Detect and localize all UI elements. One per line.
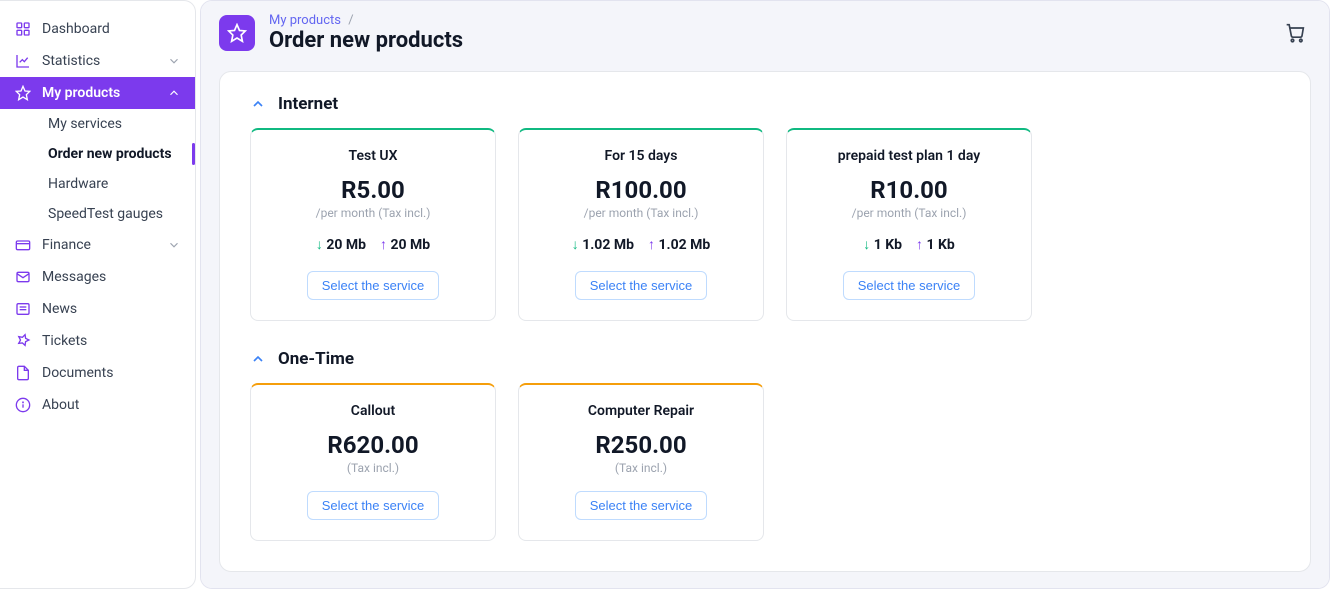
nav-dashboard[interactable]: Dashboard: [0, 13, 195, 45]
sub-hardware[interactable]: Hardware: [0, 169, 195, 199]
product-price: R10.00: [801, 176, 1017, 204]
arrow-down-icon: ↓: [863, 237, 870, 253]
nav-about[interactable]: About: [0, 389, 195, 421]
chevron-up-icon: [167, 86, 181, 100]
section-onetime-header[interactable]: One-Time: [250, 349, 1280, 369]
sub-label: SpeedTest gauges: [48, 206, 163, 222]
nav-messages[interactable]: Messages: [0, 261, 195, 293]
nav-label: Finance: [42, 237, 91, 253]
product-card: Test UX R5.00 /per month (Tax incl.) ↓ 2…: [250, 128, 496, 321]
nav-label: Statistics: [42, 53, 100, 69]
select-service-button[interactable]: Select the service: [843, 271, 976, 300]
product-card: prepaid test plan 1 day R10.00 /per mont…: [786, 128, 1032, 321]
product-price: R620.00: [265, 431, 481, 459]
select-service-button[interactable]: Select the service: [307, 491, 440, 520]
product-speeds: ↓ 1.02 Mb ↑ 1.02 Mb: [533, 236, 749, 253]
nav-label: About: [42, 397, 79, 413]
internet-products-row: Test UX R5.00 /per month (Tax incl.) ↓ 2…: [250, 128, 1280, 321]
product-name: prepaid test plan 1 day: [801, 148, 1017, 164]
main-area: My products / Order new products Interne…: [200, 0, 1330, 589]
product-price: R100.00: [533, 176, 749, 204]
nav-documents[interactable]: Documents: [0, 357, 195, 389]
nav-statistics[interactable]: Statistics: [0, 45, 195, 77]
product-name: Callout: [265, 403, 481, 419]
product-sub: (Tax incl.): [533, 461, 749, 475]
nav-label: Messages: [42, 269, 106, 285]
document-icon: [14, 364, 32, 382]
wallet-icon: [14, 236, 32, 254]
news-icon: [14, 300, 32, 318]
sub-my-services[interactable]: My services: [0, 109, 195, 139]
product-price: R250.00: [533, 431, 749, 459]
sub-speedtest-gauges[interactable]: SpeedTest gauges: [0, 199, 195, 229]
sub-label: Hardware: [48, 176, 108, 192]
select-service-button[interactable]: Select the service: [575, 491, 708, 520]
section-internet-header[interactable]: Internet: [250, 94, 1280, 114]
dashboard-icon: [14, 20, 32, 38]
download-speed: 1.02 Mb: [582, 237, 634, 253]
product-name: Computer Repair: [533, 403, 749, 419]
product-speeds: ↓ 20 Mb ↑ 20 Mb: [265, 236, 481, 253]
sub-label: Order new products: [48, 146, 172, 162]
product-speeds: ↓ 1 Kb ↑ 1 Kb: [801, 236, 1017, 253]
arrow-up-icon: ↑: [916, 237, 923, 253]
download-speed: 1 Kb: [874, 237, 902, 253]
arrow-down-icon: ↓: [572, 237, 579, 253]
product-sub: /per month (Tax incl.): [265, 206, 481, 220]
chevron-up-icon: [250, 351, 266, 367]
arrow-up-icon: ↑: [648, 237, 655, 253]
chevron-up-icon: [250, 96, 266, 112]
sub-order-new-products[interactable]: Order new products: [0, 139, 195, 169]
product-name: Test UX: [265, 148, 481, 164]
star-icon: [219, 15, 255, 51]
nav-finance[interactable]: Finance: [0, 229, 195, 261]
nav-label: Tickets: [42, 333, 87, 349]
breadcrumb-root: My products: [269, 13, 341, 28]
nav-label: Dashboard: [42, 21, 110, 37]
nav-tickets[interactable]: Tickets: [0, 325, 195, 357]
nav-label: Documents: [42, 365, 113, 381]
cart-button[interactable]: [1285, 23, 1305, 43]
info-icon: [14, 396, 32, 414]
product-card: Computer Repair R250.00 (Tax incl.) Sele…: [518, 383, 764, 541]
page-header: My products / Order new products: [219, 13, 1311, 53]
product-card: For 15 days R100.00 /per month (Tax incl…: [518, 128, 764, 321]
product-sub: (Tax incl.): [265, 461, 481, 475]
section-title: Internet: [278, 94, 338, 114]
ticket-icon: [14, 332, 32, 350]
section-title: One-Time: [278, 349, 354, 369]
breadcrumb[interactable]: My products /: [269, 13, 463, 28]
nav-my-products[interactable]: My products: [0, 77, 195, 109]
product-card: Callout R620.00 (Tax incl.) Select the s…: [250, 383, 496, 541]
nav-label: News: [42, 301, 77, 317]
upload-speed: 1 Kb: [926, 237, 954, 253]
nav-label: My products: [42, 85, 120, 101]
arrow-up-icon: ↑: [380, 237, 387, 253]
star-icon: [14, 84, 32, 102]
product-price: R5.00: [265, 176, 481, 204]
sidebar: Dashboard Statistics My products My serv…: [0, 0, 196, 589]
breadcrumb-separator: /: [348, 13, 353, 28]
arrow-down-icon: ↓: [316, 237, 323, 253]
content-card: Internet Test UX R5.00 /per month (Tax i…: [219, 71, 1311, 572]
page-title: Order new products: [269, 28, 463, 53]
sub-label: My services: [48, 116, 122, 132]
nav-news[interactable]: News: [0, 293, 195, 325]
upload-speed: 20 Mb: [390, 237, 430, 253]
chevron-down-icon: [167, 54, 181, 68]
select-service-button[interactable]: Select the service: [575, 271, 708, 300]
product-sub: /per month (Tax incl.): [533, 206, 749, 220]
mail-icon: [14, 268, 32, 286]
download-speed: 20 Mb: [326, 237, 366, 253]
product-sub: /per month (Tax incl.): [801, 206, 1017, 220]
chart-icon: [14, 52, 32, 70]
product-name: For 15 days: [533, 148, 749, 164]
select-service-button[interactable]: Select the service: [307, 271, 440, 300]
onetime-products-row: Callout R620.00 (Tax incl.) Select the s…: [250, 383, 1280, 541]
upload-speed: 1.02 Mb: [658, 237, 710, 253]
chevron-down-icon: [167, 238, 181, 252]
